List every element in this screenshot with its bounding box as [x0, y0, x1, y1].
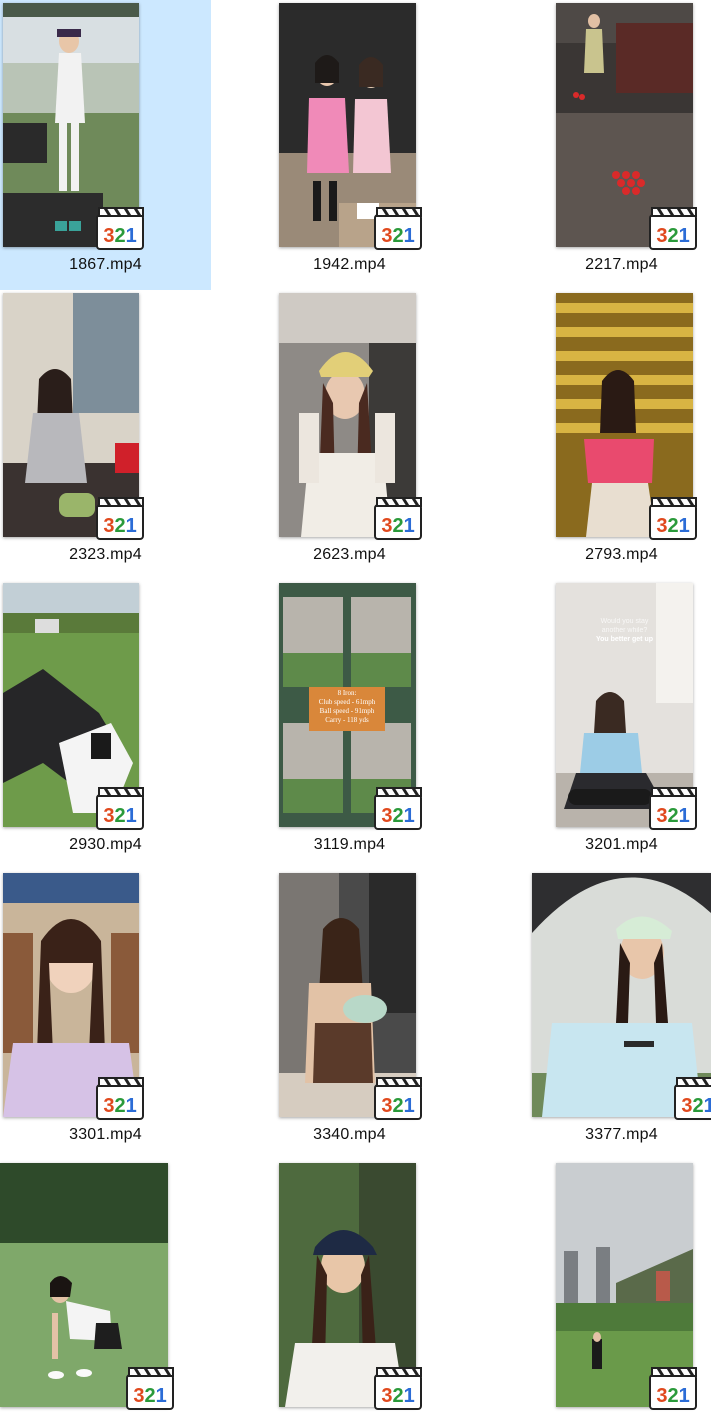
file-name: 3119.mp4 [313, 836, 386, 853]
media-player-classic-icon: 321 [649, 785, 699, 831]
file-name: 1942.mp4 [313, 256, 386, 273]
caption-line: Would you stay [600, 618, 649, 625]
file-item[interactable]: 321 3301.mp4 [0, 870, 211, 1160]
file-item[interactable]: 8 Iron: Club speed - 61mph Ball speed - … [248, 580, 459, 870]
file-item[interactable]: 321 [248, 1160, 459, 1413]
file-item[interactable]: 321 3377.mp4 [500, 870, 711, 1160]
media-player-classic-icon: 321 [649, 1365, 699, 1411]
file-item[interactable]: 321 2930.mp4 [0, 580, 211, 870]
overlay-caption: Would you stay another while? You better… [556, 617, 693, 644]
media-player-classic-icon: 321 [374, 785, 424, 831]
svg-text:321: 321 [681, 1095, 711, 1117]
svg-text:321: 321 [103, 1095, 136, 1117]
file-item[interactable]: 321 2793.mp4 [500, 290, 711, 580]
svg-text:321: 321 [381, 1095, 414, 1117]
media-player-classic-icon: 321 [126, 1365, 176, 1411]
media-player-classic-icon: 321 [374, 495, 424, 541]
caption-line: Carry - 118 yds [325, 716, 369, 724]
file-item[interactable]: 321 2217.mp4 [500, 0, 711, 290]
file-item[interactable]: 321 1867.mp4 [0, 0, 211, 290]
caption-line: another while? [601, 627, 648, 634]
svg-text:321: 321 [381, 805, 414, 827]
file-item[interactable]: 321 1942.mp4 [248, 0, 459, 290]
file-name: 2930.mp4 [69, 836, 142, 853]
svg-text:321: 321 [133, 1385, 166, 1407]
file-item[interactable]: 321 2323.mp4 [0, 290, 211, 580]
caption-line: 8 Iron: [337, 689, 357, 697]
media-player-classic-icon: 321 [674, 1075, 711, 1121]
file-name: 3340.mp4 [313, 1126, 386, 1143]
file-name: 2623.mp4 [313, 546, 386, 563]
svg-text:321: 321 [103, 805, 136, 827]
svg-text:321: 321 [656, 1385, 689, 1407]
file-name: 2793.mp4 [585, 546, 658, 563]
file-item[interactable]: Would you stay another while? You better… [500, 580, 711, 870]
file-name: 2323.mp4 [69, 546, 142, 563]
svg-text:321: 321 [381, 515, 414, 537]
file-item[interactable]: 321 3340.mp4 [248, 870, 459, 1160]
svg-text:321: 321 [381, 225, 414, 247]
overlay-caption: 8 Iron: Club speed - 61mph Ball speed - … [309, 689, 385, 725]
svg-text:321: 321 [656, 805, 689, 827]
file-item[interactable]: 321 [500, 1160, 711, 1413]
file-name: 3377.mp4 [585, 1126, 658, 1143]
svg-text:321: 321 [381, 1385, 414, 1407]
svg-text:321: 321 [103, 225, 136, 247]
media-player-classic-icon: 321 [374, 1075, 424, 1121]
file-name: 2217.mp4 [585, 256, 658, 273]
caption-line: Ball speed - 91mph [319, 707, 375, 715]
file-name: 3201.mp4 [585, 836, 658, 853]
file-name: 3301.mp4 [69, 1126, 142, 1143]
media-player-classic-icon: 321 [96, 1075, 146, 1121]
file-item[interactable]: 321 2623.mp4 [248, 290, 459, 580]
media-player-classic-icon: 321 [374, 1365, 424, 1411]
svg-text:321: 321 [656, 225, 689, 247]
file-grid: 321 1867.mp4 321 1942.mp4 321 2217.mp4 3… [0, 0, 711, 1413]
svg-text:321: 321 [103, 515, 136, 537]
media-player-classic-icon: 321 [649, 205, 699, 251]
media-player-classic-icon: 321 [96, 495, 146, 541]
svg-text:321: 321 [656, 515, 689, 537]
file-item[interactable]: 321 [0, 1160, 211, 1413]
media-player-classic-icon: 321 [96, 785, 146, 831]
caption-line: Club speed - 61mph [318, 698, 376, 706]
file-name: 1867.mp4 [69, 256, 142, 273]
media-player-classic-icon: 321 [374, 205, 424, 251]
media-player-classic-icon: 321 [96, 205, 146, 251]
media-player-classic-icon: 321 [649, 495, 699, 541]
caption-line: You better get up [595, 636, 654, 643]
